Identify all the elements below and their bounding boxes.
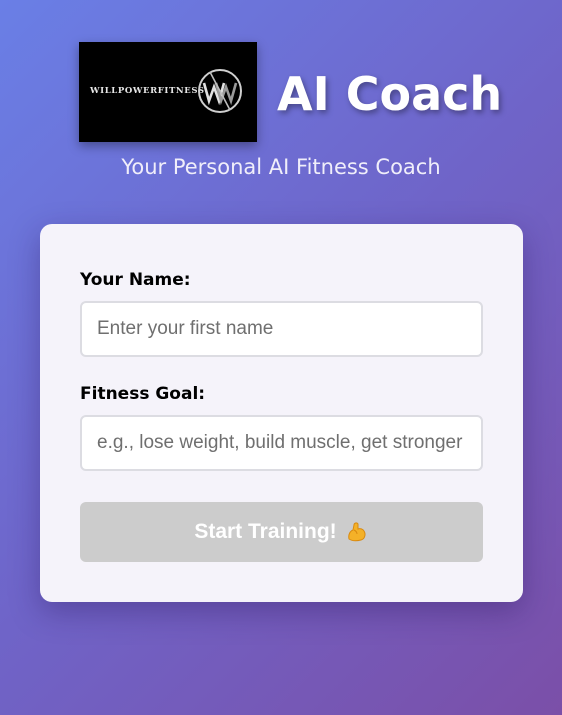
logo-wordmark: WILLPOWERFITNESS	[90, 86, 205, 96]
start-training-button[interactable]: Start Training!	[80, 502, 483, 562]
logo-ww-emblem-icon	[198, 69, 242, 113]
app-title: AI Coach	[277, 67, 503, 121]
willpower-fitness-logo: WILLPOWERFITNESS	[79, 42, 257, 142]
name-input[interactable]	[80, 301, 483, 357]
app-header: WILLPOWERFITNESS AI Coach	[0, 42, 562, 142]
fitness-goal-input[interactable]	[80, 415, 483, 471]
name-label: Your Name:	[80, 270, 191, 290]
app-subtitle: Your Personal AI Fitness Coach	[121, 155, 441, 179]
start-training-label: Start Training!	[194, 520, 337, 543]
flexed-bicep-icon	[347, 522, 366, 542]
fitness-goal-label: Fitness Goal:	[80, 384, 206, 404]
setup-form-card: Your Name: Fitness Goal: Start Training!	[40, 224, 523, 602]
